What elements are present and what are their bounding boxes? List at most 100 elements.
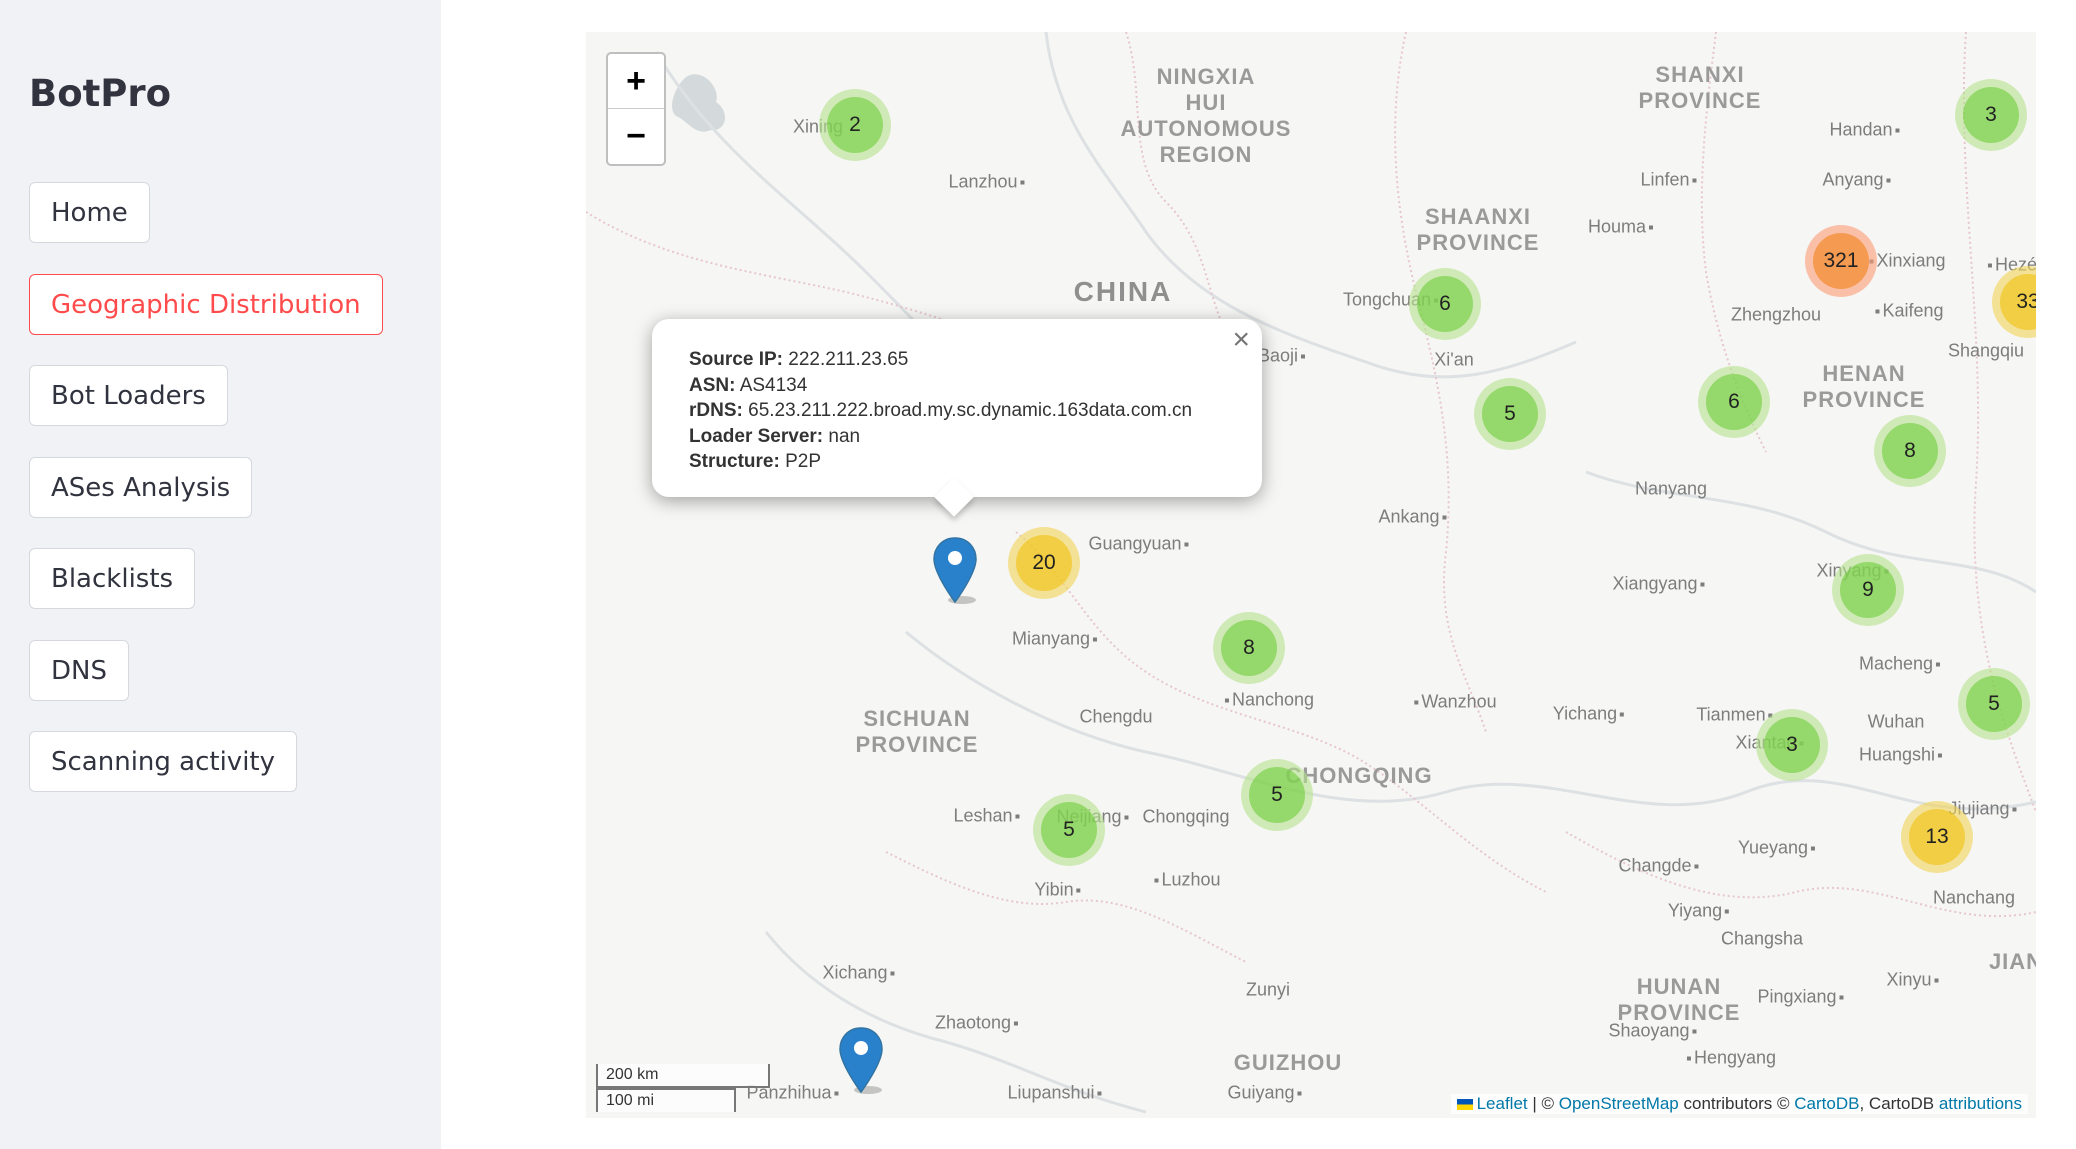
nav-blacklists-button[interactable]: Blacklists: [29, 548, 196, 609]
marker-cluster[interactable]: 13: [1901, 801, 1973, 873]
popup-source-ip-row: Source IP: 222.211.23.65: [689, 349, 909, 370]
city-label: Xinxiang: [1866, 251, 1946, 272]
city-label: Guiyang: [1227, 1083, 1304, 1104]
city-label: Xichang: [822, 963, 897, 984]
ukraine-flag-icon: [1456, 1099, 1473, 1111]
marker-popup: × Source IP: 222.211.23.65 ASN: AS4134 r…: [652, 319, 1262, 517]
nav-geographic-distribution-button[interactable]: Geographic Distribution: [29, 274, 383, 335]
zoom-in-button[interactable]: +: [608, 54, 664, 109]
marker-cluster[interactable]: 6: [1698, 366, 1770, 438]
marker-cluster[interactable]: 3: [1955, 79, 2027, 151]
city-label: Shaoyang: [1608, 1021, 1699, 1042]
city-label: Guangyuan: [1088, 534, 1191, 555]
city-label: Nanchang: [1932, 887, 2016, 908]
city-label: Zunyi: [1245, 979, 1291, 1000]
city-label: Yiyang: [1668, 901, 1732, 922]
city-label: Pingxiang: [1757, 987, 1846, 1008]
city-label: Xinyu: [1886, 970, 1941, 991]
city-label: Ankang: [1378, 507, 1449, 528]
city-label: Macheng: [1859, 654, 1943, 675]
city-label: Huangshi: [1859, 745, 1945, 766]
openstreetmap-link[interactable]: OpenStreetMap: [1559, 1094, 1679, 1113]
region-label-hunan: HUNAN PROVINCE: [1617, 974, 1741, 1025]
marker-cluster[interactable]: 9: [1832, 554, 1904, 626]
popup-asn-row: ASN: AS4134: [689, 374, 808, 396]
city-label: Anyang: [1822, 170, 1893, 191]
app-title: BotPro: [29, 72, 172, 115]
attributions-link[interactable]: attributions: [1939, 1094, 2022, 1113]
region-label-jiangxi: JIAN: [1988, 949, 2036, 974]
zoom-control: + −: [606, 52, 666, 166]
city-label: Xiangyang: [1612, 574, 1707, 595]
popup-structure-row: Structure: P2P: [689, 451, 821, 472]
scale-bar: 200 km 100 mi: [596, 1064, 770, 1112]
marker-cluster[interactable]: 8: [1874, 415, 1946, 487]
nav-bot-loaders-button[interactable]: Bot Loaders: [29, 365, 228, 426]
city-label: Yueyang: [1738, 838, 1818, 859]
city-label: Chongqing: [1142, 806, 1230, 827]
marker-cluster[interactable]: 20: [1008, 527, 1080, 599]
city-label: Yichang: [1553, 704, 1627, 725]
loader-value: nan: [828, 425, 861, 447]
city-label: Nanyang: [1634, 478, 1708, 499]
cartodb-link[interactable]: CartoDB: [1794, 1094, 1859, 1113]
city-label: Zhaotong: [935, 1013, 1021, 1034]
marker-cluster[interactable]: 5: [1474, 378, 1546, 450]
zoom-out-button[interactable]: −: [608, 109, 664, 163]
map[interactable]: NINGXIA HUI AUTONOMOUS REGION SHANXI PROVINC…: [586, 32, 2036, 1118]
popup-loader-row: Loader Server: nan: [689, 425, 861, 447]
nav-scanning-activity-button[interactable]: Scanning activity: [29, 731, 297, 792]
city-label: Zhengzhou: [1730, 304, 1822, 325]
city-label: Liupanshui: [1007, 1083, 1104, 1104]
region-label-henan: HENAN PROVINCE: [1802, 361, 1926, 412]
map-pin-marker[interactable]: [838, 1026, 888, 1096]
city-label: Wuhan: [1867, 711, 1925, 732]
leaflet-link[interactable]: Leaflet: [1477, 1094, 1528, 1113]
marker-cluster[interactable]: 3: [1756, 709, 1828, 781]
scale-km: 200 km: [596, 1064, 770, 1088]
scale-mi: 100 mi: [596, 1088, 736, 1112]
city-label: Kaifeng: [1872, 301, 1944, 322]
country-label: CHINA: [1073, 276, 1173, 307]
structure-value: P2P: [785, 451, 821, 472]
city-label: Changsha: [1720, 928, 1804, 949]
region-label-ningxia: NINGXIA HUI AUTONOMOUS REGION: [1120, 64, 1292, 167]
nav-dns-button[interactable]: DNS: [29, 640, 129, 701]
rdns-value: 65.23.211.222.broad.my.sc.dynamic.163dat…: [748, 400, 1193, 421]
city-label: Wanzhou: [1411, 692, 1497, 713]
popup-close-button[interactable]: ×: [1232, 325, 1250, 354]
city-label: Mianyang: [1012, 629, 1100, 650]
city-label: Linfen: [1640, 170, 1699, 191]
city-label: Handan: [1829, 120, 1902, 141]
marker-cluster[interactable]: 5: [1958, 668, 2030, 740]
region-label-guizhou: GUIZHOU: [1233, 1050, 1343, 1075]
marker-cluster[interactable]: 321: [1805, 225, 1877, 297]
map-pin-marker[interactable]: [932, 536, 982, 606]
region-label-sichuan: SICHUAN PROVINCE: [855, 706, 979, 757]
marker-cluster[interactable]: 5: [1033, 794, 1105, 866]
city-label: Xi'an: [1434, 349, 1474, 370]
marker-cluster[interactable]: 2: [819, 89, 891, 161]
region-label-shanxi: SHANXI PROVINCE: [1638, 62, 1762, 113]
marker-cluster[interactable]: 6: [1409, 268, 1481, 340]
city-label: Changde: [1618, 856, 1701, 877]
region-label-shaanxi: SHAANXI PROVINCE: [1416, 204, 1540, 255]
nav-ases-analysis-button[interactable]: ASes Analysis: [29, 457, 253, 518]
city-label: Shangqiu: [1947, 340, 2025, 361]
map-attribution: Leaflet | © OpenStreetMap contributors ©…: [1450, 1094, 2028, 1114]
nav-home-button[interactable]: Home: [29, 182, 150, 243]
source-ip-value: 222.211.23.65: [788, 349, 909, 370]
city-label: Lanzhou: [948, 172, 1027, 193]
city-label: Yibin: [1034, 880, 1083, 901]
marker-cluster[interactable]: 5: [1241, 759, 1313, 831]
city-label: Hengyang: [1684, 1048, 1776, 1069]
city-label: Chengdu: [1079, 706, 1153, 727]
city-label: Nanchong: [1222, 690, 1314, 711]
marker-cluster[interactable]: 8: [1213, 612, 1285, 684]
asn-value: AS4134: [739, 374, 808, 396]
city-label: Houma: [1588, 217, 1656, 238]
city-label: Leshan: [953, 806, 1022, 827]
city-label: Baoji: [1258, 346, 1308, 367]
popup-rdns-row: rDNS: 65.23.211.222.broad.my.sc.dynamic.…: [689, 400, 1193, 421]
sidebar: BotPro Home Geographic Distribution Bot …: [0, 0, 441, 1149]
